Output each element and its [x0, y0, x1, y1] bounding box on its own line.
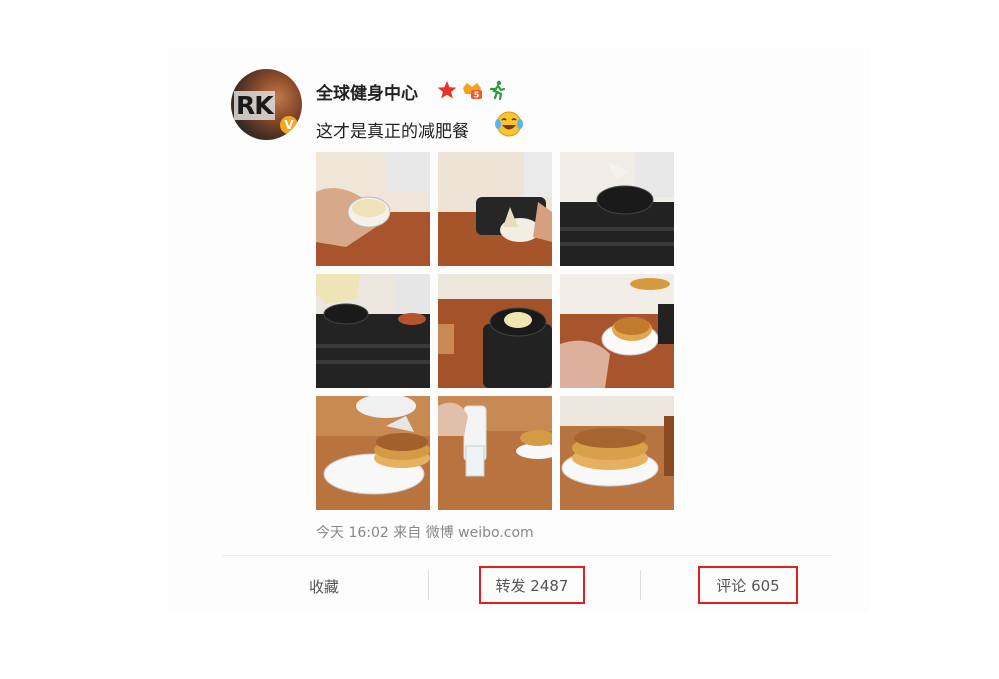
laughing-tears-emoji-icon: [495, 111, 523, 137]
avatar-text: RK: [234, 91, 275, 120]
post-image-8[interactable]: [438, 396, 552, 510]
post-image-1[interactable]: [316, 152, 430, 266]
author-avatar[interactable]: RK V: [231, 69, 302, 140]
svg-text:5: 5: [474, 91, 480, 100]
action-separator: [640, 570, 641, 600]
favorite-button[interactable]: 收藏: [296, 568, 352, 604]
comment-button[interactable]: 评论 605: [698, 566, 798, 604]
post-meta: 今天 16:02 来自 微博 weibo.com: [316, 525, 534, 541]
post-image-9[interactable]: [560, 396, 674, 510]
action-divider: [222, 555, 832, 556]
author-badges: 5: [437, 79, 507, 101]
post-text: 这才是真正的减肥餐: [316, 122, 469, 142]
post-image-3[interactable]: [560, 152, 674, 266]
author-name[interactable]: 全球健身中心: [316, 79, 418, 104]
post-image-5[interactable]: [438, 274, 552, 388]
image-grid: [316, 152, 674, 510]
repost-button[interactable]: 转发 2487: [479, 566, 585, 604]
action-separator: [428, 570, 429, 600]
red-star-icon[interactable]: [437, 80, 457, 100]
verified-badge-icon: V: [280, 116, 298, 134]
post-image-4[interactable]: [316, 274, 430, 388]
level-badge-icon[interactable]: 5: [460, 80, 484, 100]
post-image-7[interactable]: [316, 396, 430, 510]
post-image-2[interactable]: [438, 152, 552, 266]
post-image-6[interactable]: [560, 274, 674, 388]
runner-icon[interactable]: [487, 80, 507, 100]
